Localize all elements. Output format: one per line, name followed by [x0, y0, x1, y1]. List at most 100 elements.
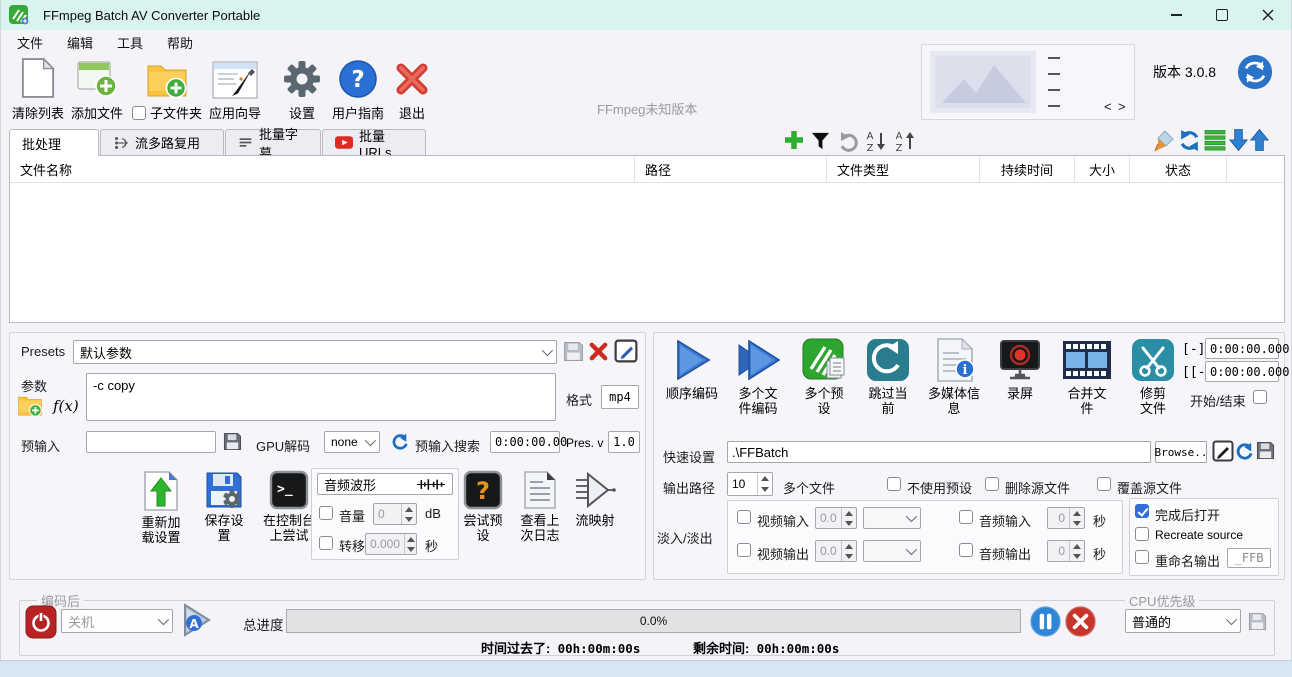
output-path-field[interactable]: .\FFBatch: [727, 441, 1151, 463]
no-preset-checkbox[interactable]: [887, 477, 901, 491]
fade-video-in-select[interactable]: [863, 507, 921, 529]
stop-button[interactable]: [1065, 606, 1096, 637]
sequential-encode-button[interactable]: 顺序编码: [659, 337, 725, 401]
fx-icon[interactable]: f(x): [53, 397, 79, 415]
stream-map-button[interactable]: 流映射: [567, 470, 623, 528]
rename-output-checkbox[interactable]: [1135, 550, 1149, 564]
power-icon[interactable]: [25, 605, 57, 639]
try-preset-button[interactable]: ? 尝试预设: [453, 470, 513, 543]
fade-audio-out-spinner[interactable]: 0: [1047, 540, 1085, 562]
menu-help[interactable]: 帮助: [167, 33, 193, 52]
column-header-path[interactable]: 路径: [635, 156, 827, 182]
save-cpu-icon[interactable]: [1248, 612, 1267, 631]
format-field[interactable]: mp4: [601, 385, 639, 409]
preset-version-field[interactable]: 1.0: [608, 431, 640, 453]
fade-video-out-select[interactable]: [863, 540, 921, 562]
browse-button[interactable]: Browse..: [1155, 441, 1207, 463]
update-refresh-icon[interactable]: [1237, 54, 1273, 90]
folder-add-small-icon[interactable]: [17, 394, 43, 417]
recreate-source-checkbox[interactable]: [1135, 527, 1149, 541]
subfolders-checkbox[interactable]: [132, 106, 146, 120]
seek-time-field[interactable]: 0:00:00.00: [490, 431, 560, 453]
tab-subtitles[interactable]: 批量字幕: [225, 129, 321, 155]
settings-button[interactable]: 设置: [275, 56, 329, 122]
screen-record-button[interactable]: 录屏: [989, 337, 1051, 401]
edit-path-icon[interactable]: [1212, 440, 1234, 462]
skip-current-button[interactable]: 跳过当前: [857, 337, 919, 416]
preview-next-button[interactable]: >: [1118, 99, 1126, 114]
save-preinput-icon[interactable]: [223, 432, 242, 451]
move-down-icon[interactable]: [1229, 128, 1248, 152]
preview-prev-button[interactable]: <: [1104, 99, 1112, 114]
column-header-name[interactable]: 文件名称: [10, 156, 635, 182]
column-header-status[interactable]: 状态: [1130, 156, 1227, 182]
refresh-path-icon[interactable]: [1235, 441, 1254, 460]
minimize-button[interactable]: [1153, 0, 1199, 30]
menu-file[interactable]: 文件: [17, 33, 43, 52]
media-info-button[interactable]: i 多媒体信息: [919, 337, 989, 416]
refresh-list-icon[interactable]: [1178, 129, 1201, 152]
view-log-button[interactable]: 查看上次日志: [511, 470, 569, 543]
fade-audio-in-spinner[interactable]: 0: [1047, 507, 1085, 529]
add-to-list-icon[interactable]: [783, 129, 805, 151]
open-when-done-checkbox[interactable]: [1135, 504, 1149, 518]
sort-az-desc-icon[interactable]: AZ: [865, 129, 888, 153]
gpu-decode-select[interactable]: none: [324, 431, 380, 453]
shutdown-select[interactable]: 关机: [61, 609, 173, 633]
tab-urls[interactable]: 批量 URLs: [322, 129, 426, 155]
params-textarea[interactable]: -c copy: [86, 373, 556, 421]
column-header-size[interactable]: 大小: [1075, 156, 1130, 182]
preinput-field[interactable]: [86, 431, 216, 453]
shift-spinner[interactable]: 0.000: [365, 533, 417, 555]
rename-suffix-field[interactable]: _FFB: [1227, 548, 1271, 568]
multi-preset-button[interactable]: 多个预设: [791, 337, 857, 416]
subfolders-toolbutton[interactable]: 子文件夹: [129, 56, 205, 122]
preinput-search-label[interactable]: 预输入搜索: [415, 436, 480, 455]
wizard-button[interactable]: 应用向导: [203, 56, 267, 122]
tab-mux[interactable]: 流多路复用: [100, 129, 224, 155]
start-end-checkbox[interactable]: [1253, 390, 1267, 404]
volume-spinner[interactable]: 0: [373, 503, 417, 525]
edit-preset-icon[interactable]: [614, 339, 638, 363]
waveform-select[interactable]: 音频波形: [317, 473, 453, 495]
tab-batch[interactable]: 批处理: [9, 129, 99, 156]
delete-preset-icon[interactable]: [588, 341, 609, 362]
volume-checkbox[interactable]: [319, 506, 333, 520]
menu-tools[interactable]: 工具: [117, 33, 143, 52]
fade-video-out-checkbox[interactable]: [737, 543, 751, 557]
save-settings-button[interactable]: 保存设置: [195, 470, 253, 543]
sort-az-asc-icon[interactable]: AZ: [894, 129, 917, 153]
add-files-button[interactable]: 添加文件: [67, 56, 127, 122]
save-preset-icon[interactable]: [563, 341, 584, 362]
pause-button[interactable]: [1030, 606, 1061, 637]
join-files-button[interactable]: 合并文件: [1051, 337, 1123, 416]
fade-video-in-checkbox[interactable]: [737, 510, 751, 524]
reload-settings-button[interactable]: 重新加载设置: [129, 470, 193, 545]
filter-icon[interactable]: [810, 130, 831, 151]
undo-icon[interactable]: [837, 130, 859, 152]
autoshutdown-icon[interactable]: A: [179, 602, 213, 638]
overwrite-source-checkbox[interactable]: [1097, 477, 1111, 491]
column-header-type[interactable]: 文件类型: [827, 156, 980, 182]
clean-brush-icon[interactable]: [1151, 129, 1175, 153]
shift-checkbox[interactable]: [319, 536, 333, 550]
exit-button[interactable]: 退出: [389, 56, 435, 122]
save-path-icon[interactable]: [1256, 441, 1275, 460]
trim-start-field[interactable]: 0:00:00.000: [1205, 338, 1279, 359]
close-button[interactable]: [1245, 0, 1291, 30]
list-lines-icon[interactable]: [1204, 129, 1226, 152]
maximize-button[interactable]: [1199, 0, 1245, 30]
fade-audio-out-checkbox[interactable]: [959, 543, 973, 557]
preinput-search-icon[interactable]: [391, 432, 409, 450]
preset-select[interactable]: 默认参数: [73, 340, 557, 364]
menu-edit[interactable]: 编辑: [67, 33, 93, 52]
file-list-table[interactable]: 文件名称 路径 文件类型 持续时间 大小 状态: [9, 155, 1285, 323]
cpu-priority-select[interactable]: 普通的: [1125, 609, 1241, 633]
fade-video-out-spinner[interactable]: 0.0: [815, 540, 857, 562]
fade-audio-in-checkbox[interactable]: [959, 510, 973, 524]
multi-file-encode-button[interactable]: 多个文件编码: [725, 337, 791, 416]
column-header-duration[interactable]: 持续时间: [980, 156, 1075, 182]
fade-video-in-spinner[interactable]: 0.0: [815, 507, 857, 529]
trim-end-field[interactable]: 0:00:00.000: [1205, 361, 1279, 382]
multi-count-spinner[interactable]: 10: [727, 472, 773, 496]
